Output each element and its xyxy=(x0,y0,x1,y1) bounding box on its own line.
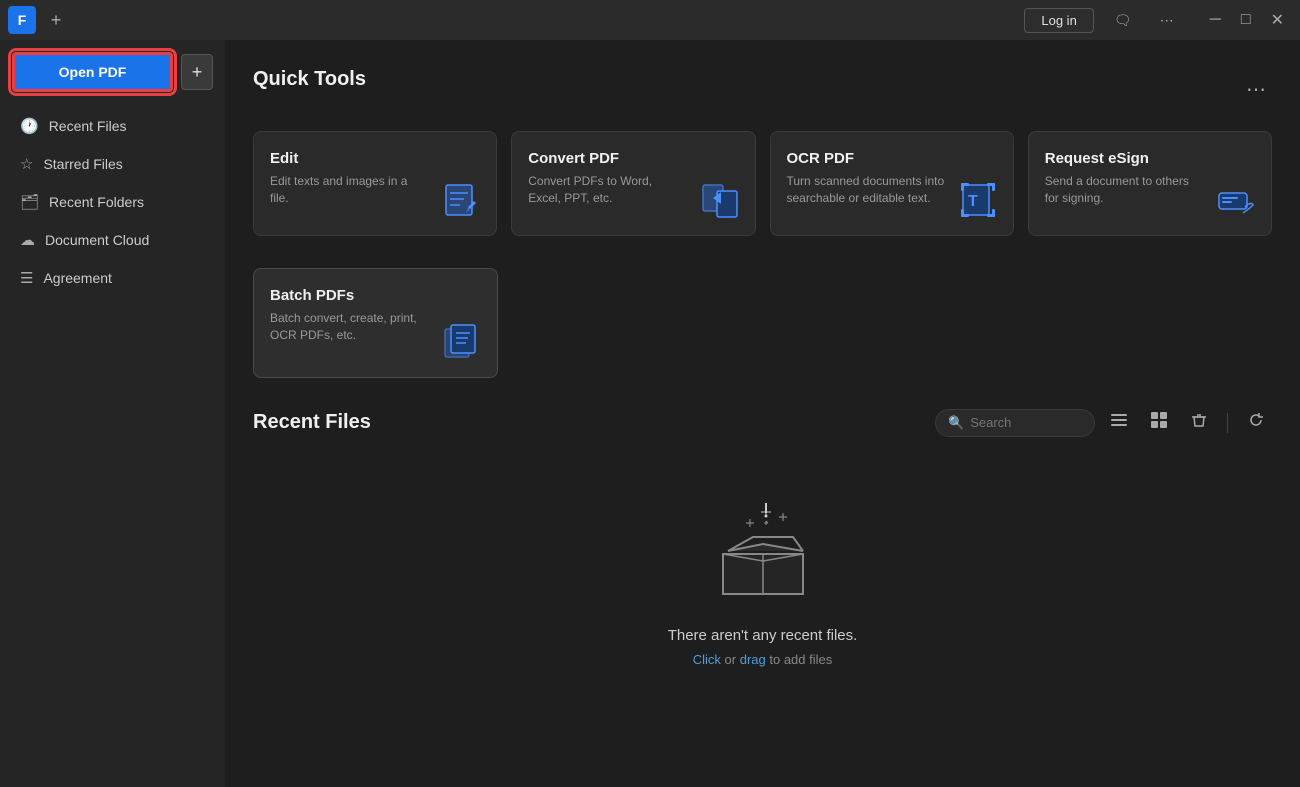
tool-title-batch: Batch PDFs xyxy=(270,287,481,304)
tool-card-convert-pdf[interactable]: Convert PDF Convert PDFs to Word, Excel,… xyxy=(511,131,755,236)
tool-desc-batch: Batch convert, create, print, OCR PDFs, … xyxy=(270,310,428,344)
click-link[interactable]: Click xyxy=(693,652,721,667)
tool-title-esign: Request eSign xyxy=(1045,150,1255,167)
edit-icon xyxy=(440,179,482,221)
sidebar-item-label: Agreement xyxy=(43,270,111,286)
sidebar-item-label: Document Cloud xyxy=(45,232,149,248)
titlebar: F + Log in 🗨 ⋯ ─ □ ✕ xyxy=(0,0,1300,40)
tool-card-ocr-pdf[interactable]: OCR PDF Turn scanned documents into sear… xyxy=(770,131,1014,236)
quick-tools-more-button[interactable]: ⋯ xyxy=(1240,75,1272,104)
clock-icon: 🕐 xyxy=(20,117,39,135)
sidebar-nav: 🕐 Recent Files ☆ Starred Files 🗂 Recent … xyxy=(0,108,225,296)
sidebar-item-recent-files[interactable]: 🕐 Recent Files xyxy=(8,108,217,144)
tool-title-ocr: OCR PDF xyxy=(787,150,997,167)
tool-card-request-esign[interactable]: Request eSign Send a document to others … xyxy=(1028,131,1272,236)
window-controls: ─ □ ✕ xyxy=(1202,8,1292,32)
close-button[interactable]: ✕ xyxy=(1263,8,1292,32)
search-box: 🔍 xyxy=(935,409,1095,437)
ocr-icon: T xyxy=(957,179,999,221)
controls-divider xyxy=(1227,413,1228,433)
open-pdf-button[interactable]: Open PDF xyxy=(12,52,173,92)
tool-title-convert: Convert PDF xyxy=(528,150,738,167)
new-tab-button[interactable]: + xyxy=(44,8,68,32)
content-area: Quick Tools ⋯ Edit Edit texts and images… xyxy=(225,40,1300,787)
drag-link[interactable]: drag xyxy=(740,652,766,667)
login-button[interactable]: Log in xyxy=(1024,8,1093,33)
tool-card-edit[interactable]: Edit Edit texts and images in a file. xyxy=(253,131,497,236)
list-view-button[interactable] xyxy=(1103,406,1135,439)
grid-view-button[interactable] xyxy=(1143,406,1175,439)
empty-state: There aren't any recent files. Click or … xyxy=(253,459,1272,687)
maximize-button[interactable]: □ xyxy=(1233,8,1259,32)
tool-desc-edit: Edit texts and images in a file. xyxy=(270,173,428,207)
refresh-button[interactable] xyxy=(1240,406,1272,439)
titlebar-right: Log in 🗨 ⋯ ─ □ ✕ xyxy=(1024,8,1292,33)
search-icon: 🔍 xyxy=(948,415,964,431)
add-new-button[interactable]: + xyxy=(181,54,213,90)
sidebar-item-label: Starred Files xyxy=(43,156,122,172)
sidebar-item-document-cloud[interactable]: ☁ Document Cloud xyxy=(8,222,217,258)
search-input[interactable] xyxy=(970,415,1082,430)
sidebar-item-agreement[interactable]: ☰ Agreement xyxy=(8,260,217,296)
batch-icon xyxy=(441,321,483,363)
app-logo: F xyxy=(8,6,36,34)
sidebar: Open PDF + 🕐 Recent Files ☆ Starred File… xyxy=(0,40,225,787)
sidebar-item-recent-folders[interactable]: 🗂 Recent Folders xyxy=(8,184,217,220)
more-options-icon[interactable]: ⋯ xyxy=(1152,8,1182,33)
convert-icon xyxy=(699,179,741,221)
document-icon: ☰ xyxy=(20,269,33,287)
svg-text:T: T xyxy=(968,193,978,210)
cloud-icon: ☁ xyxy=(20,231,35,249)
minimize-button[interactable]: ─ xyxy=(1202,8,1229,32)
sidebar-item-label: Recent Folders xyxy=(49,194,144,210)
recent-files-header: Recent Files 🔍 xyxy=(253,406,1272,439)
sidebar-item-label: Recent Files xyxy=(49,118,127,134)
empty-title: There aren't any recent files. xyxy=(668,627,858,644)
tool-title-edit: Edit xyxy=(270,150,480,167)
empty-subtitle: Click or drag to add files xyxy=(693,652,833,667)
tool-desc-ocr: Turn scanned documents into searchable o… xyxy=(787,173,945,207)
star-icon: ☆ xyxy=(20,155,33,173)
sidebar-item-starred-files[interactable]: ☆ Starred Files xyxy=(8,146,217,182)
esign-icon xyxy=(1215,179,1257,221)
recent-files-controls: 🔍 xyxy=(935,406,1272,439)
notifications-icon[interactable]: 🗨 xyxy=(1106,8,1140,33)
empty-box-illustration xyxy=(698,499,828,609)
quick-tools-grid: Edit Edit texts and images in a file. xyxy=(253,131,1272,236)
quick-tools-title: Quick Tools xyxy=(253,68,366,91)
tool-desc-convert: Convert PDFs to Word, Excel, PPT, etc. xyxy=(528,173,686,207)
main-layout: Open PDF + 🕐 Recent Files ☆ Starred File… xyxy=(0,40,1300,787)
tool-desc-esign: Send a document to others for signing. xyxy=(1045,173,1203,207)
recent-files-title: Recent Files xyxy=(253,411,371,434)
open-pdf-area: Open PDF + xyxy=(0,52,225,108)
tool-card-batch-pdfs[interactable]: Batch PDFs Batch convert, create, print,… xyxy=(253,268,498,378)
folder-icon: 🗂 xyxy=(20,193,39,211)
delete-button[interactable] xyxy=(1183,406,1215,439)
